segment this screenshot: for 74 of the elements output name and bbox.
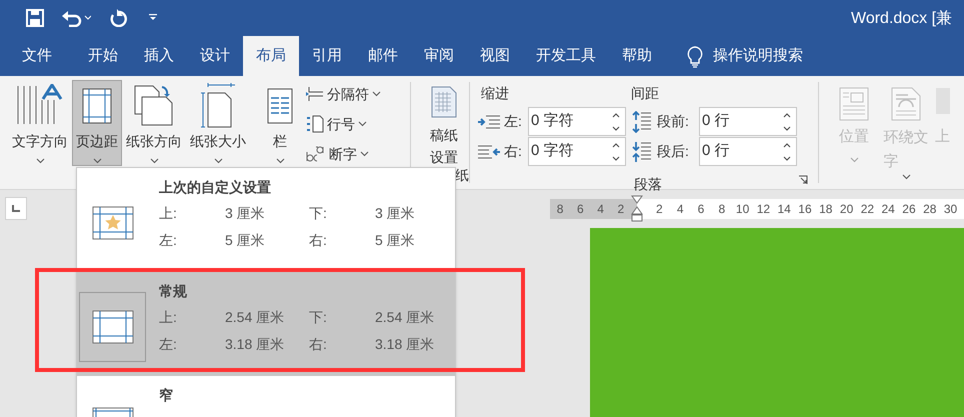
field-label: 段后: [657,142,690,161]
margin-value: 2.54 厘米 [225,308,286,327]
field-label: 左: [504,112,523,131]
page-setup-button[interactable]: 页边距 [72,80,122,166]
page-setup-button[interactable]: 纸张方向 [122,80,186,166]
group-label: 段落 [633,175,662,194]
margin-value: 5 厘米 [375,231,416,250]
ruler-number: 28 [922,201,938,218]
ruler-number: 16 [797,201,813,218]
page-setup-button[interactable]: 栏 [260,80,300,166]
margin-label: 上: [159,308,178,327]
ribbon-tab[interactable]: 引用 [299,36,355,76]
margin-label: 上: [159,204,178,223]
ribbon-small-button[interactable]: 断字 [306,142,402,166]
ribbon-tab[interactable]: 文件 [9,36,65,76]
ruler-number: 14 [776,201,792,218]
ruler-number: 4 [597,201,604,218]
ruler-number: 26 [901,201,917,218]
margin-label: 左: [159,231,178,250]
ruler-number: 8 [717,201,726,218]
field-label: 段前: [657,112,690,131]
margin-label: 下: [309,308,328,327]
ruler-number: 6 [696,201,706,218]
ruler-number: 2 [655,201,664,218]
ruler-number: 10 [734,201,750,218]
manuscript-button[interactable]: 稿纸设置 [430,86,458,168]
ruler-number: 18 [818,201,834,218]
margin-value: 2.54 厘米 [375,308,436,327]
ruler-number: 24 [880,201,896,218]
spin-field[interactable]: 0 行 [699,137,797,166]
spin-field[interactable]: 0 字符 [528,107,626,136]
margin-preset-item[interactable]: 窄 [77,376,455,417]
margin-value: 5 厘米 [225,231,266,250]
ribbon-tab[interactable]: 设计 [187,36,243,76]
ruler-number: 30 [942,201,958,218]
ribbon-tab[interactable]: 布局 [243,36,299,76]
margin-value: 3 厘米 [225,204,266,223]
preset-title: 常规 [159,282,188,301]
page-setup-button[interactable]: 纸张大小 [186,80,250,166]
spin-field[interactable]: 0 行 [699,107,797,136]
ribbon-tab[interactable]: 帮助 [609,36,665,76]
margin-label: 右: [309,335,328,354]
margin-label: 下: [309,204,328,223]
section-label: 缩进 [480,84,510,101]
section-label: 间距 [631,84,659,101]
margin-label: 左: [159,335,178,354]
spin-field[interactable]: 0 字符 [528,137,626,166]
preset-title: 上次的自定义设置 [159,178,272,197]
ribbon-small-button[interactable]: 分隔符 [306,82,402,106]
margin-label: 右: [309,231,328,250]
margin-value: 3 厘米 [375,204,416,223]
ruler-number: 2 [618,201,624,218]
ruler-number: 22 [860,201,876,218]
ribbon-tab[interactable]: 开始 [75,36,131,76]
ruler-number: 4 [676,201,685,218]
preset-title: 窄 [159,386,174,405]
field-label: 右: [504,142,523,161]
ruler-number: 20 [838,201,854,218]
ruler-number: 8 [556,201,564,218]
ruler-number: 6 [577,201,584,218]
ribbon-tab[interactable]: 审阅 [411,36,467,76]
ribbon-tab[interactable]: 邮件 [355,36,411,76]
page-setup-button[interactable]: 文字方向 [8,80,72,166]
ribbon-tab[interactable]: 视图 [467,36,523,76]
ruler-number: 12 [756,201,772,218]
ribbon-tab[interactable]: 插入 [131,36,187,76]
margin-value: 3.18 厘米 [225,335,286,354]
window-title: Word.docx [兼 [851,9,952,29]
tell-me-search[interactable]: 操作说明搜索 [713,36,803,76]
margin-preset-item[interactable]: 常规 上: 2.54 厘米 下: 2.54 厘米 左: 3.18 厘米 右: 3.18 厘米 [77,272,455,376]
group-label: 纸 [455,166,469,184]
margin-value: 3.18 厘米 [375,335,436,354]
ribbon-tab[interactable]: 开发工具 [523,36,609,76]
ribbon-small-button[interactable]: 行号 [306,112,402,136]
